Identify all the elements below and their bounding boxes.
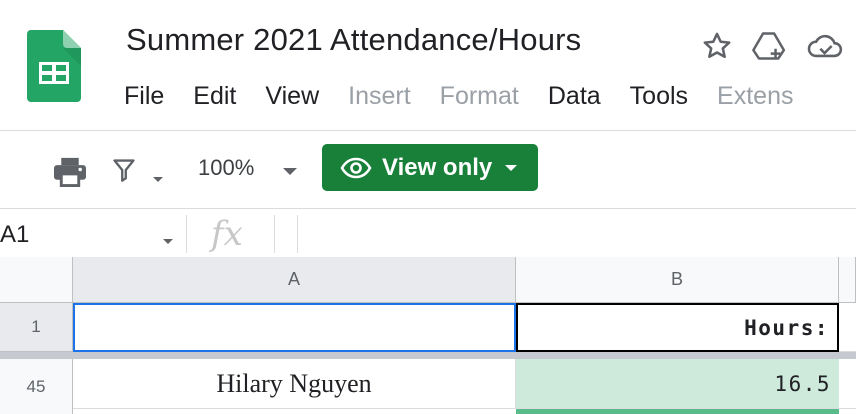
spreadsheet-grid: A B 1 Hours: 45 Hilary Nguyen 16.5 [0,257,856,414]
menu-file[interactable]: File [124,82,164,111]
cell-b45[interactable]: 16.5 [516,359,839,409]
frozen-row-divider[interactable] [0,352,856,359]
cell-b1[interactable]: Hours: [516,303,839,352]
cell-c1[interactable] [839,303,856,352]
app-header: Summer 2021 Attendance/Hours File Edit V… [0,0,856,130]
star-icon[interactable] [700,29,734,63]
column-header-a[interactable]: A [73,257,516,303]
print-icon[interactable] [52,155,88,192]
chevron-down-icon [504,164,518,172]
cell-b46[interactable] [516,409,839,414]
row-header-45[interactable]: 45 [0,359,73,414]
filter-icon[interactable] [112,157,136,188]
eye-icon [340,157,372,179]
menu-format: Format [439,82,519,110]
menu-edit[interactable]: Edit [193,82,236,111]
chevron-down-icon[interactable] [282,164,298,182]
cell-a46[interactable] [73,409,516,414]
name-box[interactable]: A1 [0,221,29,249]
formula-bar: A1 fx [0,209,856,258]
row-header-1[interactable]: 1 [0,303,73,352]
zoom-select[interactable]: 100% [198,155,254,181]
separator [186,215,187,253]
menu-insert: Insert [348,82,411,110]
toolbar: 100% View only [0,131,856,209]
separator [297,215,298,253]
menu-extensions: Extens [717,82,794,110]
cloud-status-icon[interactable] [806,29,846,63]
document-title[interactable]: Summer 2021 Attendance/Hours [126,22,581,58]
title-actions [700,28,846,64]
sheets-logo-icon[interactable] [27,30,81,102]
menu-view[interactable]: View [265,82,319,111]
name-box-dropdown-icon[interactable] [162,232,174,250]
cell-a1-selected[interactable] [73,303,516,352]
column-header-c[interactable] [839,257,856,303]
filter-dropdown-icon[interactable] [152,171,164,189]
select-all-corner[interactable] [0,257,73,303]
view-only-button[interactable]: View only [322,144,538,191]
separator [274,215,275,253]
cell-a45[interactable]: Hilary Nguyen [73,359,516,409]
move-to-drive-icon[interactable] [752,29,788,63]
menu-tools[interactable]: Tools [630,82,688,111]
menu-bar: File Edit View Insert Format Data Tools … [124,82,822,111]
menu-data[interactable]: Data [548,82,601,111]
view-only-label: View only [382,153,493,181]
fx-icon: fx [211,214,243,254]
cell-c45[interactable] [839,359,856,409]
column-header-b[interactable]: B [516,257,839,303]
